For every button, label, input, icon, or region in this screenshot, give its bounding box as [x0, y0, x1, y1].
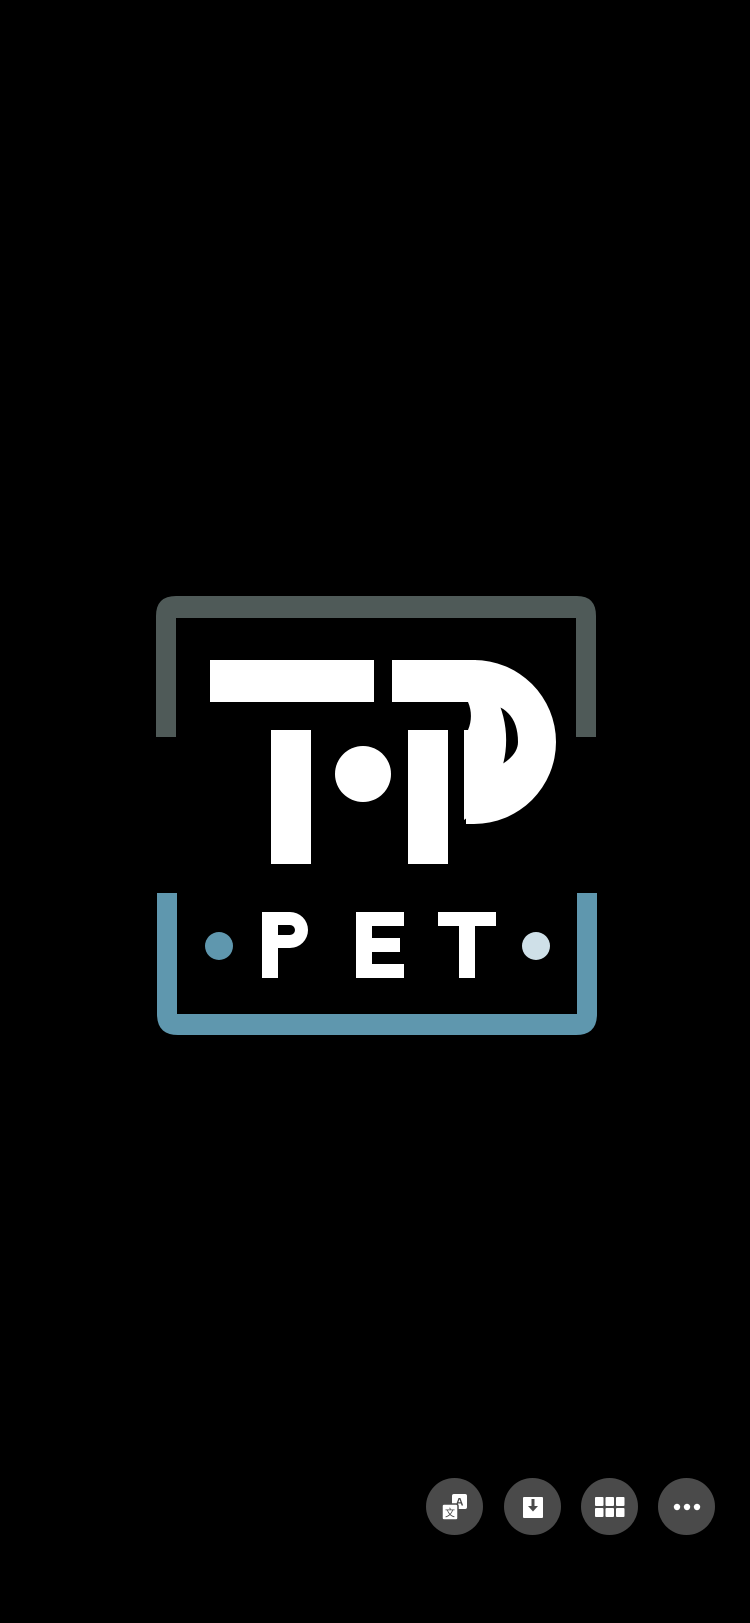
- download-button[interactable]: [504, 1478, 561, 1535]
- translate-icon: A 文: [440, 1492, 470, 1522]
- grid-icon: [594, 1496, 625, 1518]
- grid-button[interactable]: [581, 1478, 638, 1535]
- splash-screen: A 文: [0, 0, 750, 1623]
- more-button[interactable]: [658, 1478, 715, 1535]
- tp-pet-logo: [156, 594, 598, 1036]
- translate-button[interactable]: A 文: [426, 1478, 483, 1535]
- more-icon: [673, 1503, 701, 1511]
- svg-text:文: 文: [445, 1506, 455, 1519]
- download-icon: [520, 1494, 546, 1520]
- floating-action-bar: A 文: [426, 1478, 716, 1536]
